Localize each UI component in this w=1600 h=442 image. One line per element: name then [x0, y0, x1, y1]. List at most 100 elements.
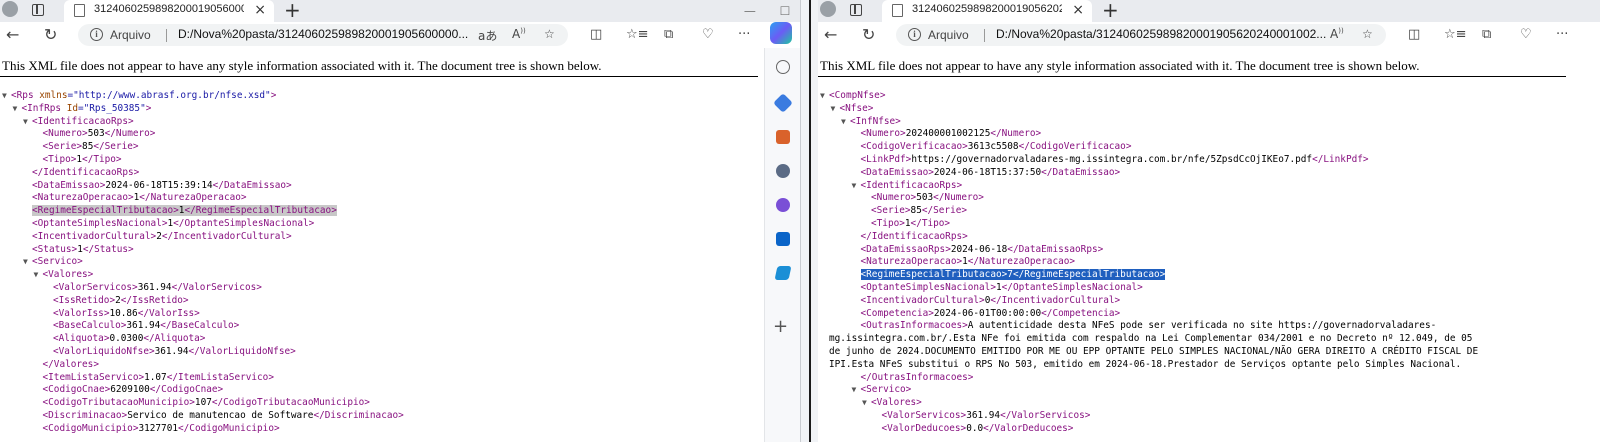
xml-element: <ValorServicos>361.94</ValorServicos>: [882, 410, 1091, 421]
collapse-triangle-icon[interactable]: ▼: [23, 116, 32, 129]
more-options-icon[interactable]: ···: [1556, 27, 1568, 43]
favorite-star-icon[interactable]: ☆: [1362, 27, 1373, 41]
shopping-tag-icon[interactable]: [773, 93, 793, 113]
xml-attr-name: Id: [66, 102, 78, 114]
xml-punct: </: [313, 409, 325, 421]
browser-essentials-icon[interactable]: ♡: [702, 27, 714, 43]
outlook-icon[interactable]: [776, 232, 790, 246]
xml-tag-name: IncentivadorCultural: [866, 294, 980, 306]
send-icon[interactable]: [774, 266, 792, 280]
new-tab-icon[interactable]: +: [284, 0, 301, 21]
tab-strip: 3124060259898200019056000000 × + — ☐: [0, 0, 800, 22]
xml-punct: </: [212, 179, 224, 191]
xml-element: <DataEmissao>2024-06-18T15:39:14</DataEm…: [32, 180, 292, 191]
profile-avatar-icon[interactable]: [2, 1, 18, 17]
window-splitter[interactable]: [800, 0, 818, 442]
xml-punct: >: [273, 422, 280, 434]
xml-punct: </: [104, 128, 116, 140]
add-sidebar-app-icon[interactable]: +: [773, 316, 788, 337]
xml-tag-name: Rps: [16, 90, 34, 101]
favorite-star-icon[interactable]: ☆: [544, 27, 555, 41]
xml-tag-name: Tipo: [93, 153, 116, 165]
xml-punct: </: [82, 243, 95, 255]
browser-essentials-icon[interactable]: ♡: [1520, 27, 1532, 43]
favorites-list-icon[interactable]: ☆≡: [1444, 27, 1467, 43]
xml-tag-name: Competencia: [866, 307, 929, 319]
collections-icon[interactable]: ⧉: [664, 27, 673, 43]
favorites-list-icon[interactable]: ☆≡: [626, 27, 649, 43]
xml-tag-name: ItemListaServico: [178, 371, 269, 383]
close-tab-icon[interactable]: ×: [254, 2, 266, 18]
collections-icon[interactable]: ⧉: [1482, 27, 1491, 43]
collapse-triangle-icon[interactable]: ▼: [13, 103, 22, 116]
refresh-icon[interactable]: ↻: [862, 26, 875, 44]
read-aloud-icon[interactable]: A)): [1330, 27, 1344, 41]
xml-element: <Numero>503</Numero>: [871, 192, 984, 203]
browser-tab[interactable]: 3124060259898200019056000000 ×: [64, 0, 274, 22]
close-tab-icon[interactable]: ×: [1072, 2, 1084, 18]
collapse-triangle-icon[interactable]: ▼: [2, 90, 11, 103]
xml-attr-eq: =": [77, 102, 90, 114]
xml-element: <CodigoVerificacao>3613c5508</CodigoVeri…: [861, 141, 1132, 152]
xml-punct: >: [132, 141, 139, 153]
xml-punct: >: [1084, 409, 1091, 421]
xml-tag-name: ValorServicos: [182, 281, 257, 293]
collapse-triangle-icon[interactable]: ▼: [34, 269, 43, 282]
split-screen-icon[interactable]: ◫: [1408, 27, 1420, 43]
xml-tag-name: ValorDeducoes: [994, 422, 1068, 434]
address-bar[interactable]: i Arquivo D:/Nova%20pasta/31240602598982…: [78, 24, 568, 46]
xml-punct: >: [217, 384, 224, 396]
xml-tag-name: CodigoCnae: [161, 384, 218, 396]
collapse-triangle-icon[interactable]: ▼: [23, 256, 32, 269]
xml-text-value: https://governadorvaladares-mg.issintegr…: [911, 153, 1313, 165]
back-arrow-icon[interactable]: ←: [6, 26, 19, 44]
new-tab-icon[interactable]: +: [1102, 0, 1119, 21]
collapse-triangle-icon[interactable]: ▼: [831, 103, 840, 116]
document-icon: [892, 4, 903, 17]
collapse-triangle-icon[interactable]: ▼: [862, 397, 871, 410]
more-options-icon[interactable]: ···: [738, 27, 750, 43]
xml-text-value: 3127701: [138, 422, 178, 434]
info-icon[interactable]: i: [908, 28, 921, 41]
xml-attr-eq: =": [67, 90, 79, 101]
workspaces-icon[interactable]: [32, 4, 44, 16]
split-screen-icon[interactable]: ◫: [590, 27, 602, 43]
browser-tab[interactable]: 3124060259898200019056202400 ×: [882, 0, 1092, 22]
xml-punct: </: [1312, 153, 1324, 165]
xml-tag-name: Serie: [104, 141, 133, 153]
xml-tag-name: Servico: [37, 256, 78, 268]
address-url[interactable]: D:/Nova%20pasta/312406025989820001905620…: [996, 27, 1336, 41]
profile-avatar-icon[interactable]: [820, 1, 836, 17]
address-bar[interactable]: i Arquivo D:/Nova%20pasta/31240602598982…: [896, 24, 1386, 46]
maximize-icon[interactable]: ☐: [770, 2, 800, 20]
people-icon[interactable]: [776, 164, 790, 178]
xml-punct: </: [1007, 243, 1019, 255]
xml-punct: >: [233, 320, 240, 332]
navigation-bar: ← ↻ i Arquivo D:/Nova%20pasta/3124060259…: [818, 22, 1600, 48]
collapse-triangle-icon[interactable]: ▼: [820, 90, 829, 103]
xml-element: <Numero>503</Numero>: [43, 128, 156, 139]
search-icon[interactable]: [776, 60, 790, 74]
xml-tag-name: Discriminacao: [48, 409, 122, 421]
workspaces-icon[interactable]: [850, 4, 862, 16]
translate-icon[interactable]: aあ: [478, 27, 497, 44]
xml-punct: >: [331, 205, 337, 217]
office-icon[interactable]: [776, 198, 790, 212]
xml-element: <LinkPdf>https://governadorvaladares-mg.…: [861, 154, 1369, 165]
xml-text-value: Servico de manutencao de Software: [127, 409, 314, 421]
xml-tag-name: NaturezaOperacao: [150, 192, 241, 204]
xml-tag-name: Competencia: [1052, 307, 1115, 319]
minimize-icon[interactable]: —: [735, 2, 765, 20]
back-arrow-icon[interactable]: ←: [824, 26, 837, 44]
info-icon[interactable]: i: [90, 28, 103, 41]
collapse-triangle-icon[interactable]: ▼: [852, 180, 861, 193]
read-aloud-icon[interactable]: A)): [512, 27, 526, 41]
xml-punct: </: [1041, 307, 1053, 319]
copilot-icon[interactable]: [770, 22, 792, 44]
refresh-icon[interactable]: ↻: [44, 26, 57, 44]
tab-strip: 3124060259898200019056202400 × +: [818, 0, 1600, 22]
tools-briefcase-icon[interactable]: [776, 130, 790, 144]
collapse-triangle-icon[interactable]: ▼: [852, 384, 861, 397]
xml-punct: </: [921, 205, 934, 217]
collapse-triangle-icon[interactable]: ▼: [841, 116, 850, 129]
